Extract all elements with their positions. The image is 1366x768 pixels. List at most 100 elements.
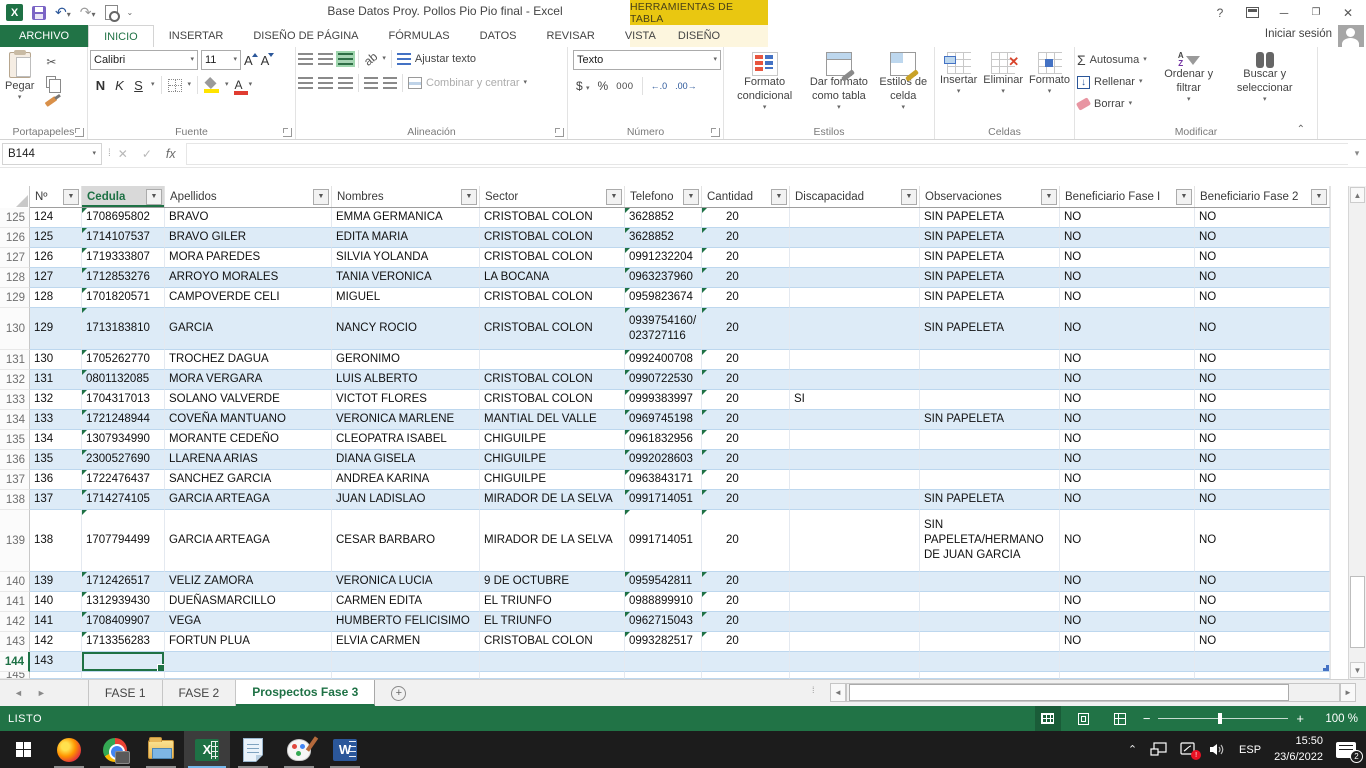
- name-box[interactable]: B144 ▾: [2, 143, 102, 165]
- cell[interactable]: BRAVO: [165, 208, 332, 228]
- cell[interactable]: 20: [702, 308, 790, 350]
- cell[interactable]: [702, 652, 790, 672]
- filter-button-icon[interactable]: ▼: [313, 189, 329, 205]
- filter-button-icon[interactable]: ▼: [63, 189, 79, 205]
- wrap-text-button[interactable]: Ajustar texto: [397, 53, 476, 65]
- cell[interactable]: 0961832956: [625, 430, 702, 450]
- cell[interactable]: 1714107537: [82, 228, 165, 248]
- sign-in-link[interactable]: Iniciar sesión: [1265, 28, 1332, 40]
- cell[interactable]: NO: [1060, 470, 1195, 490]
- insert-function-icon[interactable]: fx: [166, 147, 176, 161]
- cell[interactable]: EL TRIUNFO: [480, 592, 625, 612]
- row-number[interactable]: 135: [0, 430, 30, 450]
- volume-icon[interactable]: [1209, 742, 1226, 757]
- cell[interactable]: 3628852: [625, 228, 702, 248]
- cell[interactable]: HUMBERTO FELICISIMO: [332, 612, 480, 632]
- print-preview-icon[interactable]: [105, 5, 118, 20]
- row-number[interactable]: 125: [0, 208, 30, 228]
- zoom-out-icon[interactable]: −: [1143, 711, 1151, 726]
- cell[interactable]: [790, 430, 920, 450]
- cell[interactable]: [920, 350, 1060, 370]
- align-bottom-icon[interactable]: [338, 53, 353, 65]
- cell[interactable]: NO: [1060, 430, 1195, 450]
- zoom-thumb[interactable]: [1218, 713, 1222, 724]
- close-button[interactable]: ✕: [1334, 2, 1362, 24]
- cell[interactable]: 2300527690: [82, 450, 165, 470]
- cell[interactable]: 1713356283: [82, 632, 165, 652]
- tab-diseño-de-página[interactable]: DISEÑO DE PÁGINA: [238, 25, 373, 47]
- cell[interactable]: NO: [1195, 208, 1330, 228]
- cell[interactable]: NO: [1060, 288, 1195, 308]
- cell[interactable]: 20: [702, 410, 790, 430]
- cell[interactable]: NO: [1060, 450, 1195, 470]
- cell[interactable]: [1060, 652, 1195, 672]
- column-header-apellidos[interactable]: Apellidos▼: [165, 186, 332, 207]
- align-right-icon[interactable]: [338, 77, 353, 89]
- cell[interactable]: NO: [1195, 592, 1330, 612]
- cell[interactable]: 125: [30, 228, 82, 248]
- column-header-telefono[interactable]: Telefono▼: [625, 186, 702, 207]
- cell[interactable]: 0963843171: [625, 470, 702, 490]
- cell[interactable]: [790, 490, 920, 510]
- cell[interactable]: 1712853276: [82, 268, 165, 288]
- cell[interactable]: [790, 268, 920, 288]
- cell[interactable]: NO: [1195, 268, 1330, 288]
- sort-filter-button[interactable]: AZ Ordenar y filtrar ▾: [1153, 50, 1225, 125]
- notifications-icon[interactable]: 2: [1336, 742, 1356, 758]
- cell[interactable]: 139: [30, 572, 82, 592]
- number-dialog-launcher[interactable]: [711, 128, 720, 137]
- tab-fórmulas[interactable]: FÓRMULAS: [374, 25, 465, 47]
- taskbar-app-firefox[interactable]: [46, 731, 92, 768]
- cell[interactable]: 20: [702, 390, 790, 410]
- column-header-beneficiario-fase-2[interactable]: Beneficiario Fase 2▼: [1195, 186, 1330, 207]
- cell[interactable]: SIN PAPELETA/HERMANO DE JUAN GARCIA: [920, 510, 1060, 572]
- cell[interactable]: GERONIMO: [332, 350, 480, 370]
- vertical-scroll-thumb[interactable]: [1350, 576, 1365, 648]
- cell[interactable]: 1708695802: [82, 208, 165, 228]
- tab-insertar[interactable]: INSERTAR: [154, 25, 239, 47]
- cell[interactable]: 0801132085: [82, 370, 165, 390]
- cell[interactable]: 130: [30, 350, 82, 370]
- cell[interactable]: NO: [1195, 390, 1330, 410]
- column-header-cantidad[interactable]: Cantidad▼: [702, 186, 790, 207]
- cell[interactable]: 142: [30, 632, 82, 652]
- increase-font-button[interactable]: A: [244, 53, 258, 68]
- cell[interactable]: NO: [1195, 370, 1330, 390]
- cell[interactable]: GARCIA: [165, 308, 332, 350]
- cell[interactable]: 20: [702, 228, 790, 248]
- cell[interactable]: [480, 672, 625, 679]
- column-header-cedula[interactable]: Cedula▼: [82, 186, 165, 207]
- minimize-button[interactable]: ─: [1270, 2, 1298, 24]
- cell[interactable]: CRISTOBAL COLON: [480, 390, 625, 410]
- cell[interactable]: 20: [702, 208, 790, 228]
- zoom-in-icon[interactable]: +: [1296, 711, 1304, 726]
- cell[interactable]: 0988899910: [625, 592, 702, 612]
- cell[interactable]: VICTOT FLORES: [332, 390, 480, 410]
- cell[interactable]: [920, 470, 1060, 490]
- page-break-view-button[interactable]: [1107, 706, 1133, 731]
- cell[interactable]: MORA PAREDES: [165, 248, 332, 268]
- cell[interactable]: SIN PAPELETA: [920, 490, 1060, 510]
- cell[interactable]: 1719333807: [82, 248, 165, 268]
- cell[interactable]: [790, 410, 920, 430]
- cell[interactable]: NO: [1060, 268, 1195, 288]
- scroll-right-icon[interactable]: ►: [1340, 683, 1356, 702]
- font-color-icon[interactable]: A: [235, 80, 243, 91]
- cell[interactable]: SIN PAPELETA: [920, 248, 1060, 268]
- cell[interactable]: NO: [1195, 510, 1330, 572]
- column-header-beneficiario-fase-i[interactable]: Beneficiario Fase I▼: [1060, 186, 1195, 207]
- cell[interactable]: [790, 450, 920, 470]
- fill-button[interactable]: ↓ Rellenar ▾: [1077, 72, 1147, 92]
- filter-button-icon[interactable]: ▼: [606, 189, 622, 205]
- cell[interactable]: EDITA MARIA: [332, 228, 480, 248]
- row-number[interactable]: 139: [0, 510, 30, 572]
- cell[interactable]: VERONICA MARLENE: [332, 410, 480, 430]
- cell[interactable]: SIN PAPELETA: [920, 288, 1060, 308]
- cell[interactable]: [920, 370, 1060, 390]
- cell[interactable]: 1701820571: [82, 288, 165, 308]
- restore-button[interactable]: ❐: [1302, 2, 1330, 24]
- tab-inicio[interactable]: INICIO: [88, 25, 154, 47]
- cell[interactable]: SIN PAPELETA: [920, 308, 1060, 350]
- cell[interactable]: CRISTOBAL COLON: [480, 632, 625, 652]
- undo-button[interactable]: ↶▾: [55, 4, 71, 22]
